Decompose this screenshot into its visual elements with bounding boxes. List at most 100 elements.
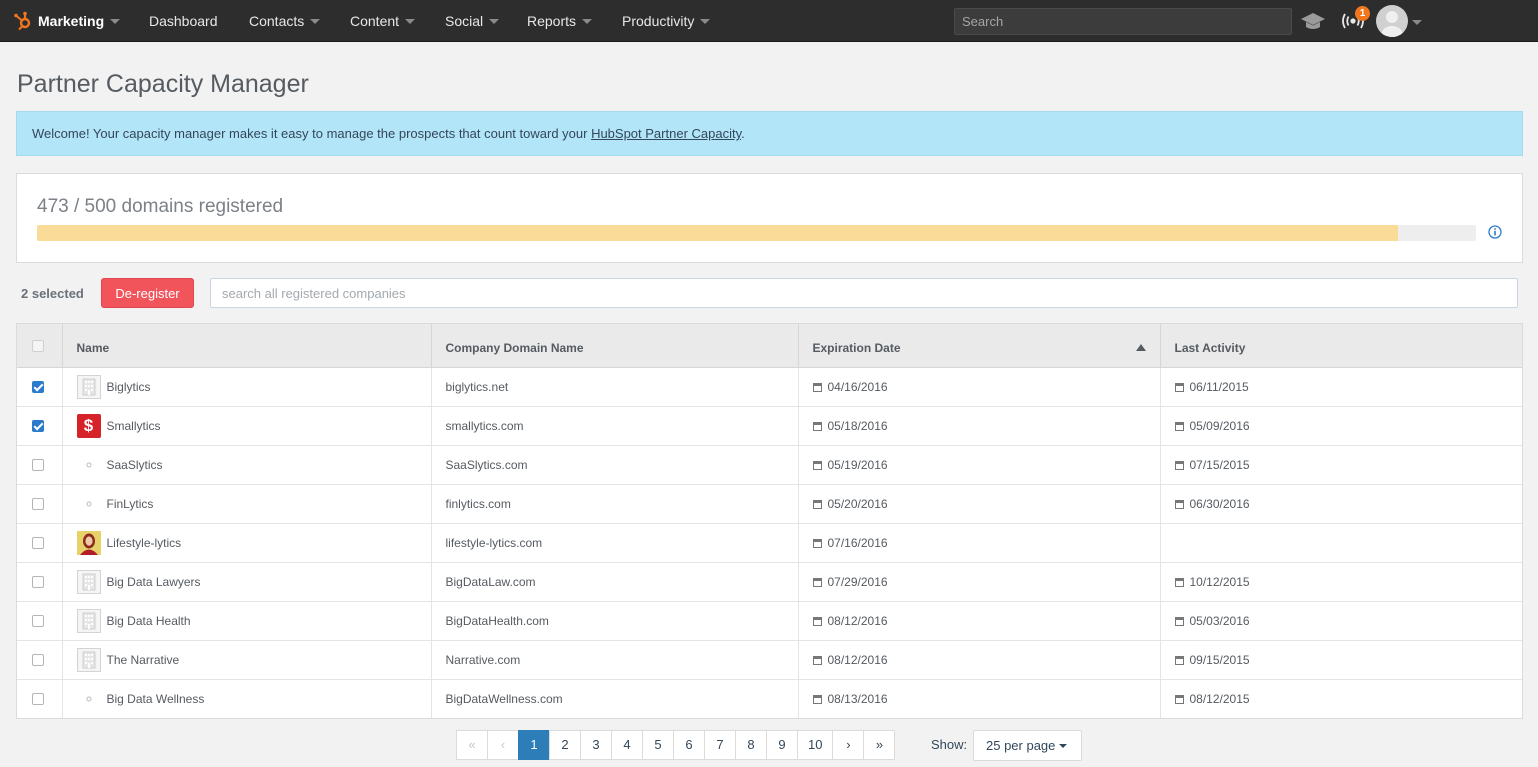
expiration-date-cell: 08/13/2016	[798, 679, 1161, 718]
row-select-checkbox[interactable]	[32, 615, 44, 628]
row-select-checkbox[interactable]	[32, 420, 44, 433]
company-name-wrap: Big Data Health	[76, 608, 417, 633]
chevron-down-icon[interactable]	[1412, 20, 1422, 25]
last-page-button[interactable]: »	[863, 730, 896, 760]
page-button-10[interactable]: 10	[797, 730, 834, 760]
nav-dashboard[interactable]: Dashboard	[149, 0, 218, 42]
company-name[interactable]: Big Data Wellness	[107, 692, 205, 706]
nav-contacts[interactable]: Contacts	[249, 0, 321, 42]
row-select-checkbox[interactable]	[32, 654, 44, 667]
row-select-cell	[17, 484, 63, 524]
nav-marketing-menu[interactable]: Marketing	[38, 0, 121, 42]
calendar-icon	[1174, 382, 1184, 392]
table-row[interactable]: Big Data Health BigDataHealth.com 08/12/20…	[17, 601, 1522, 641]
company-domain: finlytics.com	[431, 484, 799, 524]
first-page-button[interactable]: «	[456, 730, 488, 760]
partner-capacity-link[interactable]: HubSpot Partner Capacity	[591, 126, 741, 141]
table-row[interactable]: SaaSlytics SaaSlytics.com 05/19/2016 07/15/…	[17, 445, 1522, 485]
company-name[interactable]: FinLytics	[107, 497, 154, 511]
calendar-icon	[1174, 694, 1184, 704]
page-button-1[interactable]: 1	[518, 730, 550, 760]
table-row[interactable]: FinLytics finlytics.com 05/20/2016 06/30/20…	[17, 484, 1522, 524]
calendar-icon	[812, 538, 822, 548]
table-row[interactable]: Big Data Wellness BigDataWellness.com 08/1…	[17, 679, 1522, 718]
nav-social[interactable]: Social	[445, 0, 500, 42]
row-select-checkbox[interactable]	[32, 576, 44, 589]
last-activity-cell	[1160, 523, 1522, 563]
nav-contacts-label: Contacts	[249, 13, 305, 29]
table-row[interactable]: The Narrative Narrative.com 08/12/2016 09/1…	[17, 640, 1522, 680]
nav-reports[interactable]: Reports	[527, 0, 593, 42]
table-row[interactable]: $ Smallytics smallytics.com 05/18/2016 05/09…	[17, 406, 1522, 446]
last-activity-cell: 06/11/2015	[1160, 367, 1522, 407]
nav-content[interactable]: Content	[350, 0, 416, 42]
expiration-date-cell: 05/20/2016	[798, 484, 1161, 524]
hubspot-sprocket-icon[interactable]	[13, 11, 33, 31]
select-all-checkbox[interactable]	[32, 340, 44, 353]
column-header-expiration[interactable]: Expiration Date	[798, 324, 1161, 368]
column-header-domain[interactable]: Company Domain Name	[431, 324, 799, 368]
company-name[interactable]: The Narrative	[107, 653, 180, 667]
calendar-icon	[812, 655, 822, 665]
expiration-date: 08/13/2016	[827, 691, 888, 706]
expiration-date: 04/16/2016	[827, 379, 888, 394]
page-button-3[interactable]: 3	[580, 730, 612, 760]
last-activity-cell	[1160, 718, 1523, 719]
last-activity-date: 09/15/2015	[1189, 652, 1250, 667]
previous-page-button[interactable]: ‹	[487, 730, 519, 760]
nav-productivity[interactable]: Productivity	[622, 0, 711, 42]
row-select-checkbox[interactable]	[32, 459, 44, 472]
table-row[interactable]: Big Data Lawyers BigDataLaw.com 07/29/2016…	[17, 562, 1522, 602]
column-header-last-activity[interactable]: Last Activity	[1160, 324, 1522, 368]
company-name[interactable]: Lifestyle-lytics	[107, 536, 182, 550]
page-button-6[interactable]: 6	[673, 730, 705, 760]
page-button-9[interactable]: 9	[766, 730, 798, 760]
company-name-wrap: FinLytics	[77, 492, 417, 516]
page-button-2[interactable]: 2	[549, 730, 581, 760]
per-page-select[interactable]: 25 per page	[973, 730, 1082, 761]
company-name-wrap: $ Smallytics	[76, 413, 417, 438]
row-select-checkbox[interactable]	[32, 498, 44, 511]
page-button-7[interactable]: 7	[704, 730, 736, 760]
company-domain	[431, 718, 798, 719]
deregister-button[interactable]: De-register	[101, 278, 194, 308]
company-name[interactable]: Big Data Lawyers	[107, 575, 201, 589]
last-activity-cell: 07/15/2015	[1160, 445, 1522, 485]
global-search-input[interactable]	[954, 8, 1292, 35]
company-name[interactable]: SaaSlytics	[107, 458, 163, 472]
expiration-date: 05/19/2016	[827, 457, 888, 472]
expiration-date: 05/18/2016	[827, 418, 888, 433]
company-name[interactable]: Smallytics	[107, 419, 161, 433]
row-select-checkbox[interactable]	[32, 381, 44, 394]
capacity-progress-bar	[37, 225, 1476, 241]
company-building-icon	[76, 374, 101, 399]
row-select-checkbox[interactable]	[32, 537, 44, 550]
nav-social-label: Social	[445, 13, 484, 29]
calendar-icon	[1174, 460, 1184, 470]
table-row[interactable]: Biglytics biglytics.net 04/16/2016 06/11/20…	[17, 367, 1522, 407]
user-avatar-icon[interactable]	[1376, 5, 1408, 37]
company-photo-logo	[76, 530, 101, 555]
info-icon[interactable]	[1488, 225, 1502, 239]
chevron-down-icon	[700, 18, 711, 24]
company-domain: BigDataHealth.com	[431, 601, 799, 641]
page-button-8[interactable]: 8	[735, 730, 767, 760]
next-page-button[interactable]: ›	[832, 730, 865, 760]
last-activity-cell: 08/12/2015	[1160, 679, 1522, 718]
select-all-header	[17, 324, 63, 368]
nav-productivity-label: Productivity	[622, 13, 695, 29]
notification-count-badge[interactable]: 1	[1355, 6, 1370, 21]
page-button-4[interactable]: 4	[611, 730, 643, 760]
company-name[interactable]: Big Data Health	[107, 614, 191, 628]
company-search-input[interactable]	[210, 278, 1518, 308]
table-row[interactable]	[17, 718, 1523, 719]
page-button-5[interactable]: 5	[642, 730, 674, 760]
table-row[interactable]: Lifestyle-lytics lifestyle-lytics.com 07/1…	[17, 523, 1522, 563]
row-select-cell	[17, 640, 63, 680]
calendar-icon	[1174, 655, 1184, 665]
company-name-cell	[62, 718, 431, 719]
company-name[interactable]: Biglytics	[107, 380, 151, 394]
column-header-name[interactable]: Name	[62, 324, 432, 368]
graduation-cap-icon[interactable]	[1300, 11, 1326, 31]
row-select-checkbox[interactable]	[32, 693, 44, 706]
